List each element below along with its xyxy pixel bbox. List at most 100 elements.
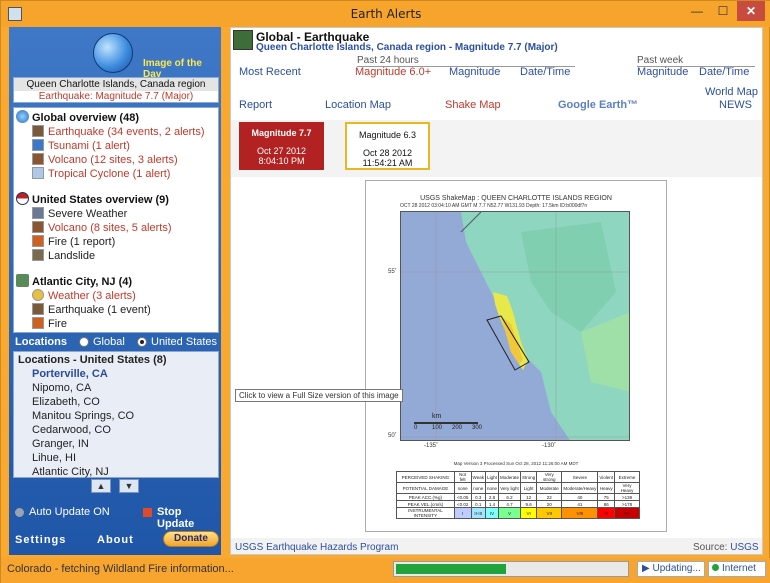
- stop-update-button[interactable]: Stop Update: [157, 506, 219, 530]
- tree-item-severe-weather[interactable]: Severe Weather: [32, 207, 127, 220]
- legend-cell: X+: [614, 507, 640, 519]
- tree-item-fire[interactable]: Fire (1 report): [32, 235, 115, 248]
- tree-item-tropical-cyclone[interactable]: Tropical Cyclone (1 alert): [32, 167, 170, 180]
- tree-item-tsunami[interactable]: Tsunami (1 alert): [32, 139, 130, 152]
- location-item[interactable]: Lihue, HI: [32, 452, 76, 465]
- location-item[interactable]: Nipomo, CA: [32, 382, 91, 395]
- legend-cell: VII: [536, 507, 563, 519]
- location-item[interactable]: Porterville, CA: [32, 368, 108, 381]
- tree-item-local-fire[interactable]: Fire: [32, 317, 67, 330]
- radio-global-label[interactable]: Global: [93, 336, 125, 348]
- shakemap-info: OCT 28 2012 03:04:10 AM GMT M 7.7 N52.77…: [400, 203, 588, 209]
- current-event-box[interactable]: Queen Charlotte Islands, Canada region E…: [13, 77, 219, 103]
- legend-cell: VIII: [561, 507, 599, 519]
- event-subtitle[interactable]: Queen Charlotte Islands, Canada region -…: [256, 42, 558, 53]
- radio-united-states[interactable]: [137, 337, 147, 347]
- main-content: USGS ShakeMap : QUEEN CHARLOTTE ISLANDS …: [231, 177, 762, 538]
- legend-cell: 0.3: [470, 493, 486, 501]
- tree-item-label: Landslide: [48, 250, 96, 262]
- updating-indicator[interactable]: ▶ Updating...: [637, 561, 705, 577]
- radio-united-states-label[interactable]: United States: [151, 336, 217, 348]
- world-map-link[interactable]: World Map: [705, 86, 758, 98]
- weather-icon: [32, 289, 44, 301]
- progress-bar: [393, 561, 629, 577]
- move-down-button[interactable]: ▼: [119, 479, 139, 493]
- magnitude-60-link[interactable]: Magnitude 6.0+: [355, 66, 431, 78]
- globe-icon[interactable]: [93, 33, 133, 73]
- scale-line: [414, 422, 478, 424]
- location-map-link[interactable]: Location Map: [325, 99, 391, 111]
- global-overview-header[interactable]: Global overview (48): [16, 110, 139, 124]
- legend-cell: II-III: [470, 507, 486, 519]
- event-card-selected[interactable]: Magnitude 7.7 Oct 27 2012 8:04:10 PM: [239, 122, 324, 170]
- tree-item-label: Severe Weather: [48, 208, 128, 220]
- usgs-program-link[interactable]: USGS Earthquake Hazards Program: [235, 542, 398, 553]
- tree-item-us-volcano[interactable]: Volcano (8 sites, 5 alerts): [32, 221, 172, 234]
- event-card-time: 8:04:10 PM: [258, 156, 305, 166]
- settings-link[interactable]: Settings: [15, 534, 66, 546]
- tree-item-volcano[interactable]: Volcano (12 sites, 3 alerts): [32, 153, 178, 166]
- tree-item-label: Fire (1 report): [48, 236, 116, 248]
- window-title: Earth Alerts: [350, 7, 422, 21]
- event-card-date: Oct 28 2012: [362, 148, 413, 158]
- tree-item-label: Volcano (12 sites, 3 alerts): [48, 154, 178, 166]
- source-label: Source: USGS: [693, 542, 759, 553]
- legend-cell: Light: [519, 482, 538, 494]
- move-up-button[interactable]: ▲: [91, 479, 111, 493]
- us-overview-header[interactable]: United States overview (9): [16, 192, 169, 206]
- location-item[interactable]: Cedarwood, CO: [32, 424, 111, 437]
- legend-cell: <0.02: [453, 500, 472, 508]
- latitude-label: 55˚: [388, 269, 397, 275]
- tree-item-landslide[interactable]: Landslide: [32, 249, 95, 262]
- shakemap-map: [400, 211, 630, 441]
- legend-cell: Violent: [597, 471, 616, 483]
- magnitude-link[interactable]: Magnitude: [449, 66, 500, 78]
- internet-indicator[interactable]: Internet: [708, 561, 766, 577]
- tree-item-weather[interactable]: Weather (3 alerts): [32, 289, 136, 302]
- datetime-link[interactable]: Date/Time: [520, 66, 570, 78]
- tree-item-label: Fire: [48, 318, 67, 330]
- radio-global[interactable]: [79, 337, 89, 347]
- about-link[interactable]: About: [97, 534, 134, 546]
- close-button[interactable]: ✕: [737, 1, 765, 21]
- legend-cell: none: [484, 482, 499, 494]
- location-item[interactable]: Atlantic City, NJ: [32, 466, 109, 479]
- source-link[interactable]: USGS: [730, 542, 758, 553]
- legend-row: PERCEIVED SHAKING Not felt Weak Light Modera…: [396, 471, 640, 483]
- minimize-button[interactable]: —: [684, 1, 710, 21]
- week-datetime-link[interactable]: Date/Time: [699, 66, 749, 78]
- maximize-button[interactable]: ☐: [710, 1, 736, 21]
- legend-cell: 1.4: [484, 500, 499, 508]
- tree-item-earthquake[interactable]: Earthquake (34 events, 2 alerts): [32, 125, 205, 138]
- right-panel: Global - Earthquake Queen Charlotte Isla…: [230, 27, 763, 555]
- tree-item-label: Earthquake (1 event): [48, 304, 151, 316]
- donate-button[interactable]: Donate: [163, 531, 219, 547]
- location-item[interactable]: Elizabeth, CO: [32, 396, 100, 409]
- news-link[interactable]: NEWS: [719, 99, 752, 111]
- legend-cell: Strong: [519, 471, 538, 483]
- location-item[interactable]: Granger, IN: [32, 438, 89, 451]
- shakemap-image[interactable]: USGS ShakeMap : QUEEN CHARLOTTE ISLANDS …: [365, 180, 667, 532]
- google-earth-link[interactable]: Google Earth™: [558, 99, 638, 111]
- shakemap-terrain: [401, 212, 629, 440]
- event-cards: Magnitude 7.7 Oct 27 2012 8:04:10 PM Mag…: [231, 120, 762, 176]
- week-magnitude-link[interactable]: Magnitude: [637, 66, 688, 78]
- shakemap-title: USGS ShakeMap : QUEEN CHARLOTTE ISLANDS …: [420, 195, 612, 202]
- tree-item-local-earthquake[interactable]: Earthquake (1 event): [32, 303, 151, 316]
- scale-unit: km: [432, 413, 442, 420]
- shake-map-link[interactable]: Shake Map: [445, 99, 501, 111]
- internet-label: Internet: [722, 563, 756, 574]
- atlantic-city-header[interactable]: Atlantic City, NJ (4): [16, 274, 132, 288]
- location-item[interactable]: Manitou Springs, CO: [32, 410, 134, 423]
- volcano-icon: [32, 153, 44, 165]
- legend-cell: 2.8: [484, 493, 499, 501]
- legend-cell: I: [453, 507, 472, 519]
- most-recent-link[interactable]: Most Recent: [239, 66, 301, 78]
- legend-cell: >139: [614, 493, 640, 501]
- fire-icon: [32, 235, 44, 247]
- report-link[interactable]: Report: [239, 99, 272, 111]
- event-card[interactable]: Magnitude 6.3 Oct 28 2012 11:54:21 AM: [345, 122, 430, 170]
- legend-cell: 12: [519, 493, 538, 501]
- legend-cell: PEAK VEL.(cm/s): [396, 500, 455, 508]
- tree-item-label: Weather (3 alerts): [48, 290, 136, 302]
